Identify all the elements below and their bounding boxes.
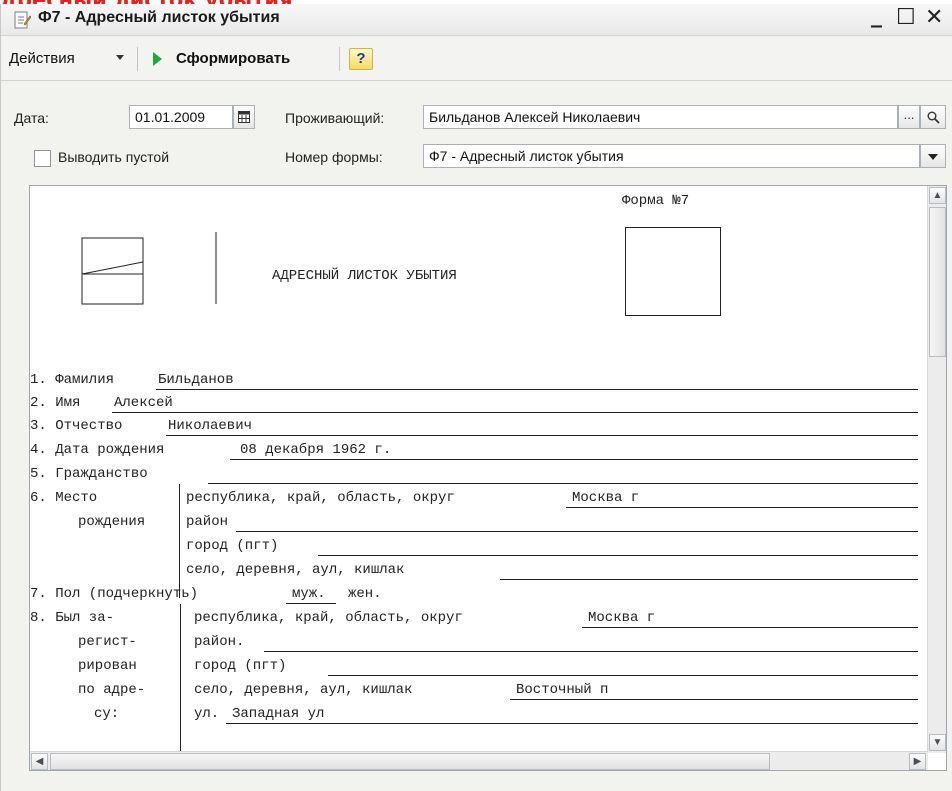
- toolbar-separator: [339, 47, 340, 71]
- row-label-sex: 7. Пол (подчеркнуть): [30, 586, 199, 602]
- sex-female-option: жен.: [348, 586, 382, 602]
- underline: [582, 627, 918, 628]
- resident-field[interactable]: Бильданов Алексей Николаевич: [423, 105, 898, 129]
- row-label-birthplace: 6. Место: [30, 490, 98, 506]
- row-label-birthplace-2: рождения: [78, 514, 146, 530]
- section-divider: [179, 484, 180, 598]
- toolbar-separator: [137, 47, 138, 71]
- underline: [166, 435, 918, 436]
- row-label-registered-5: су:: [94, 706, 120, 722]
- birth-city-label: город (пгт): [186, 538, 279, 554]
- form-page: Форма №7 АДРЕСНЫЙ ЛИСТОК УБЫТИЯ 1. Фамил…: [30, 186, 928, 754]
- row-label-name: 2. Имя: [30, 395, 81, 411]
- form-document-icon: [14, 11, 31, 29]
- calendar-button[interactable]: [233, 105, 255, 129]
- scroll-down-button[interactable]: ▼: [929, 734, 946, 751]
- row-label-patronymic: 3. Отчество: [30, 418, 123, 434]
- reg-region-label: республика, край, область, округ: [194, 610, 463, 626]
- underline: [318, 555, 918, 556]
- underline: [208, 483, 918, 484]
- stamp-drawing: [81, 232, 217, 305]
- show-empty-checkbox[interactable]: [34, 150, 51, 167]
- vertical-scrollbar[interactable]: ▲ ▼: [927, 186, 946, 753]
- underline: [264, 651, 918, 652]
- form-number-dropdown-button[interactable]: [920, 144, 946, 168]
- toolbar: Действия Сформировать ?: [1, 37, 952, 81]
- section-divider: [180, 604, 181, 754]
- birth-district-label: район: [186, 514, 229, 530]
- title-bar[interactable]: Ф7 - Адресный листок убытия _ ☐ ✕: [1, 3, 952, 36]
- horizontal-scrollbar[interactable]: ◀ ▶: [30, 751, 928, 770]
- underline: [230, 459, 918, 460]
- underline: [500, 579, 918, 580]
- date-label: Дата:: [14, 110, 49, 126]
- underline: [328, 675, 918, 676]
- help-button[interactable]: ?: [349, 48, 373, 70]
- row-label-citizenship: 5. Гражданство: [30, 466, 148, 482]
- row-value-surname: Бильданов: [158, 372, 234, 388]
- row-value-name: Алексей: [114, 395, 173, 411]
- scroll-left-button[interactable]: ◀: [31, 753, 48, 770]
- birth-region-label: республика, край, область, округ: [186, 490, 455, 506]
- maximize-button[interactable]: ☐: [896, 5, 916, 30]
- underline: [566, 507, 918, 508]
- horizontal-scroll-thumb[interactable]: [50, 753, 770, 770]
- row-label-birthdate: 4. Дата рождения: [30, 442, 165, 458]
- row-label-registered-2: регист-: [78, 634, 137, 650]
- report-window: Ф7 - Адресный листок убытия _ ☐ ✕ Действ…: [0, 3, 952, 791]
- scroll-up-button[interactable]: ▲: [929, 187, 946, 204]
- close-button[interactable]: ✕: [925, 5, 943, 30]
- resident-label: Проживающий:: [285, 110, 385, 126]
- reg-district-label: район.: [194, 634, 245, 650]
- underline: [510, 699, 918, 700]
- reg-region-value: Москва г: [588, 610, 656, 626]
- reg-street-value: Западная ул: [232, 706, 325, 722]
- row-label-registered: 8. Был за-: [30, 610, 115, 626]
- magnifier-icon: [927, 111, 940, 124]
- row-label-registered-4: по адре-: [78, 682, 146, 698]
- underline: [226, 723, 918, 724]
- show-empty-label: Выводить пустой: [58, 149, 170, 165]
- row-value-birthdate: 08 декабря 1962 г.: [240, 442, 392, 458]
- vertical-scroll-thumb[interactable]: [929, 207, 946, 357]
- underline: [112, 412, 918, 413]
- calendar-icon: [238, 111, 250, 123]
- date-field[interactable]: 01.01.2009: [129, 105, 233, 129]
- birth-region-value: Москва г: [572, 490, 640, 506]
- row-value-patronymic: Николаевич: [168, 418, 253, 434]
- generate-button[interactable]: Сформировать: [176, 50, 290, 67]
- chevron-down-icon[interactable]: [116, 55, 124, 60]
- underline: [236, 531, 918, 532]
- birth-village-label: село, деревня, аул, кишлак: [186, 562, 405, 578]
- play-triangle-icon[interactable]: [153, 52, 162, 66]
- form-heading: АДРЕСНЫЙ ЛИСТОК УБЫТИЯ: [272, 268, 457, 284]
- reg-village-label: село, деревня, аул, кишлак: [194, 682, 413, 698]
- open-resident-button[interactable]: [920, 105, 946, 129]
- photo-box: [625, 227, 721, 316]
- reg-city-label: город (пгт): [194, 658, 287, 674]
- minimize-button[interactable]: _: [871, 3, 882, 28]
- actions-menu-button[interactable]: Действия: [9, 50, 75, 67]
- reg-village-value: Восточный п: [516, 682, 609, 698]
- row-label-registered-3: рирован: [78, 658, 137, 674]
- select-resident-button[interactable]: ...: [898, 105, 920, 129]
- triangle-down-icon: [928, 154, 938, 160]
- window-title: Ф7 - Адресный листок убытия: [38, 9, 280, 26]
- form-number-select[interactable]: Ф7 - Адресный листок убытия: [423, 144, 920, 168]
- reg-street-label: ул.: [194, 706, 220, 722]
- row-label-surname: 1. Фамилия: [30, 372, 115, 388]
- report-document[interactable]: Форма №7 АДРЕСНЫЙ ЛИСТОК УБЫТИЯ 1. Фамил…: [29, 185, 947, 771]
- scroll-right-button[interactable]: ▶: [909, 753, 926, 770]
- form-number-label: Номер формы:: [285, 149, 383, 165]
- form-number-text: Форма №7: [622, 193, 690, 209]
- sex-male-option: муж.: [292, 586, 326, 602]
- underline: [286, 603, 336, 604]
- underline: [156, 389, 918, 390]
